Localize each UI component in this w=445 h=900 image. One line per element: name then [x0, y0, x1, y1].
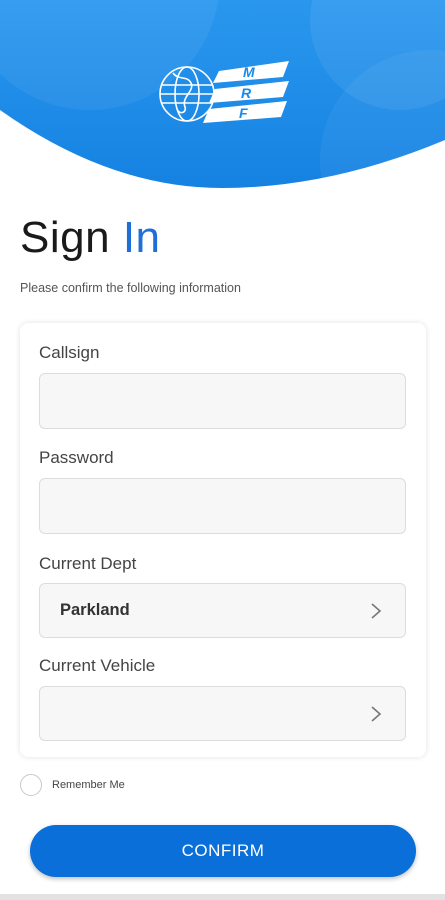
bottom-divider	[0, 894, 445, 900]
dept-value: Parkland	[60, 601, 130, 619]
vehicle-select[interactable]	[39, 686, 406, 741]
password-label: Password	[39, 448, 114, 467]
title-main: Sign	[20, 213, 111, 262]
page-subtitle: Please confirm the following information	[20, 281, 241, 295]
vehicle-label: Current Vehicle	[39, 656, 156, 675]
logo-letter: F	[239, 105, 248, 121]
password-input[interactable]	[40, 479, 405, 533]
logo-letter: M	[243, 64, 255, 80]
callsign-label: Callsign	[39, 343, 100, 362]
title-accent: In	[122, 213, 161, 262]
callsign-field-box	[39, 373, 406, 429]
callsign-input[interactable]	[40, 374, 405, 428]
page-title: Sign In	[20, 210, 161, 266]
logo-letter: R	[241, 85, 252, 101]
dept-select[interactable]: Parkland	[39, 583, 406, 638]
dept-label: Current Dept	[39, 554, 137, 573]
remember-me-label: Remember Me	[52, 779, 125, 791]
header-banner: M R F	[0, 0, 445, 190]
confirm-button[interactable]: CONFIRM	[30, 825, 416, 877]
radio-icon[interactable]	[20, 774, 42, 796]
remember-me-row[interactable]: Remember Me	[20, 774, 125, 796]
chevron-right-icon	[371, 706, 382, 722]
password-field-box	[39, 478, 406, 534]
mrf-logo: M R F	[159, 61, 289, 123]
chevron-right-icon	[371, 603, 382, 619]
signin-form-card: Callsign Password Current Dept Parkland …	[20, 323, 426, 757]
